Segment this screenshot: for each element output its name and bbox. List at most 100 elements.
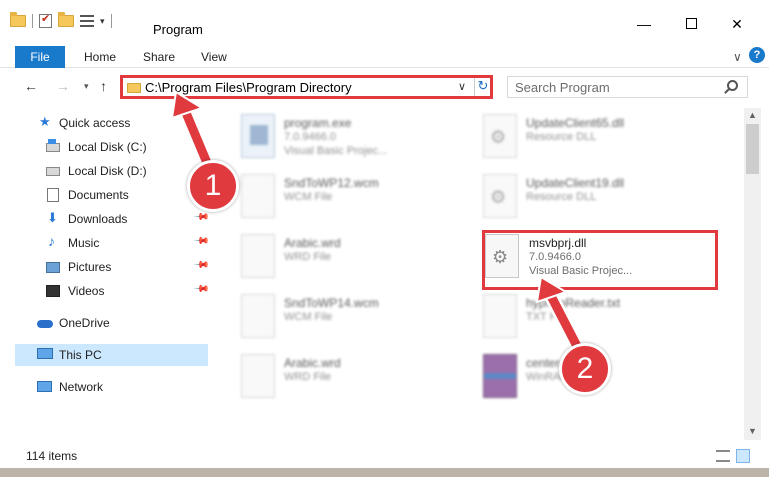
- pin-icon[interactable]: 📌: [193, 233, 210, 250]
- up-button[interactable]: ↑: [100, 78, 107, 94]
- address-bar[interactable]: C:\Program Files\Program Directory ∨ ↻: [120, 75, 493, 99]
- disk-icon: [46, 139, 60, 152]
- file-item-updateclient65[interactable]: UpdateClient65.dll Resource DLL: [462, 112, 702, 168]
- vertical-scrollbar[interactable]: ▲ ▼: [744, 108, 761, 440]
- title-bar: ▾ Program — ✕: [0, 0, 769, 40]
- scroll-down-arrow-icon[interactable]: ▼: [748, 426, 757, 436]
- sidebar-item-local-disk-d[interactable]: Local Disk (D:): [15, 160, 208, 182]
- forward-button[interactable]: →: [56, 78, 70, 94]
- status-bar: 114 items: [0, 446, 769, 466]
- file-type: WRD File: [284, 371, 332, 383]
- file-type: WCM File: [284, 311, 333, 323]
- file-name: hyphenReader.txt: [526, 296, 621, 310]
- file-menu-button[interactable]: File: [15, 46, 65, 68]
- file-name: Arabic.wrd: [284, 236, 341, 250]
- file-item-updateclient19[interactable]: UpdateClient19.dll Resource DLL: [462, 172, 702, 228]
- address-dropdown-icon[interactable]: ∨: [458, 80, 466, 93]
- expand-ribbon-icon[interactable]: ∨: [733, 50, 742, 64]
- file-name: UpdateClient19.dll: [526, 176, 625, 190]
- file-description: Visual Basic Projec...: [284, 145, 388, 157]
- cloud-icon: [37, 320, 53, 328]
- step-1-badge: 1: [187, 160, 239, 212]
- pin-icon[interactable]: 📌: [193, 281, 210, 298]
- quick-access-toolbar: ▾: [10, 12, 112, 28]
- folder-icon: [10, 12, 26, 27]
- pictures-icon: [46, 262, 60, 273]
- sidebar-item-network[interactable]: Network: [15, 376, 208, 398]
- file-name: Arabic.wrd: [284, 356, 341, 370]
- file-name: SndToWP14.wcm: [284, 296, 379, 310]
- music-icon: ♪: [48, 233, 55, 249]
- file-type: WCM File: [284, 191, 333, 203]
- sidebar-item-local-disk-c[interactable]: Local Disk (C:): [15, 136, 208, 158]
- large-icons-view-icon[interactable]: [736, 449, 750, 463]
- videos-icon: [46, 285, 60, 297]
- file-name: program.exe: [284, 116, 352, 130]
- back-button[interactable]: ←: [24, 78, 38, 94]
- highlight-box-file: [482, 230, 718, 290]
- help-icon[interactable]: ?: [749, 47, 765, 63]
- desktop-background-strip: [0, 468, 769, 477]
- sidebar-item-downloads[interactable]: ⬇ Downloads 📌: [15, 208, 210, 230]
- sidebar-item-label: Pictures: [68, 260, 112, 274]
- file-item-sndtowp14[interactable]: SndToWP14.wcm WCM File: [220, 292, 460, 348]
- file-name: UpdateClient65.dll: [526, 116, 625, 130]
- file-item-arabic-wrd-2[interactable]: Arabic.wrd WRD File: [220, 352, 460, 408]
- file-item-hyphenreader[interactable]: hyphenReader.txt TXT File: [462, 292, 702, 348]
- file-name: SndToWP12.wcm: [284, 176, 379, 190]
- file-item-sndtowp12[interactable]: SndToWP12.wcm WCM File: [220, 172, 460, 228]
- sidebar-item-label: Local Disk (D:): [68, 164, 147, 178]
- sidebar-item-this-pc[interactable]: This PC: [15, 344, 208, 366]
- file-type: WRD File: [284, 251, 332, 263]
- sidebar-item-label: Network: [59, 380, 104, 394]
- file-item-program-exe[interactable]: program.exe 7.0.9466.0 Visual Basic Proj…: [220, 112, 460, 168]
- sidebar-item-documents[interactable]: Documents 📌: [15, 184, 210, 206]
- exe-icon: [241, 114, 275, 158]
- file-item-arabic-wrd[interactable]: Arabic.wrd WRD File: [220, 232, 460, 288]
- tab-share[interactable]: Share: [143, 50, 175, 64]
- search-input[interactable]: Search Program: [507, 76, 748, 98]
- toolbar-divider: [32, 14, 33, 28]
- search-icon[interactable]: [727, 80, 738, 91]
- list-properties-icon[interactable]: [80, 15, 94, 27]
- archive-icon: [483, 354, 517, 398]
- new-folder-icon[interactable]: [58, 12, 74, 27]
- sidebar-item-label: This PC: [59, 348, 102, 362]
- toolbar-divider: [110, 14, 112, 28]
- close-button[interactable]: ✕: [714, 16, 760, 33]
- file-icon: [241, 234, 275, 278]
- recent-locations-dropdown[interactable]: ▾: [84, 81, 89, 92]
- pin-icon[interactable]: 📌: [193, 257, 210, 274]
- scroll-up-arrow-icon[interactable]: ▲: [748, 110, 757, 120]
- sidebar-item-label: Documents: [68, 188, 129, 202]
- sidebar-item-label: Downloads: [68, 212, 128, 226]
- folder-icon: [127, 83, 141, 93]
- address-path[interactable]: C:\Program Files\Program Directory: [145, 80, 352, 95]
- sidebar-item-videos[interactable]: Videos 📌: [15, 280, 210, 302]
- sidebar-item-label: Quick access: [59, 116, 131, 130]
- sidebar-item-label: OneDrive: [59, 316, 110, 330]
- refresh-icon[interactable]: ↻: [474, 78, 491, 96]
- scrollbar-thumb[interactable]: [746, 124, 759, 174]
- download-icon: ⬇: [47, 210, 58, 225]
- details-view-icon[interactable]: [716, 450, 730, 462]
- sidebar-item-onedrive[interactable]: OneDrive: [15, 312, 208, 334]
- sidebar-item-music[interactable]: ♪ Music 📌: [15, 232, 210, 254]
- window-title: Program: [153, 22, 203, 37]
- tab-home[interactable]: Home: [84, 50, 116, 64]
- ribbon: File Home Share View ∨ ?: [0, 46, 769, 68]
- sidebar-item-quick-access[interactable]: ★ Quick access: [15, 112, 208, 134]
- file-version: 7.0.9466.0: [284, 131, 336, 143]
- file-icon: [241, 294, 275, 338]
- customize-toolbar-dropdown[interactable]: ▾: [100, 16, 105, 27]
- maximize-icon: [685, 18, 697, 29]
- file-type: TXT File: [526, 311, 568, 323]
- tab-view[interactable]: View: [201, 50, 227, 64]
- pin-icon[interactable]: 📌: [193, 209, 210, 226]
- maximize-button[interactable]: [668, 16, 714, 32]
- sidebar-item-label: Music: [68, 236, 100, 250]
- dll-icon: [483, 114, 517, 158]
- sidebar-item-pictures[interactable]: Pictures 📌: [15, 256, 210, 278]
- properties-checkmark-icon[interactable]: [39, 12, 52, 28]
- minimize-button[interactable]: —: [621, 16, 667, 32]
